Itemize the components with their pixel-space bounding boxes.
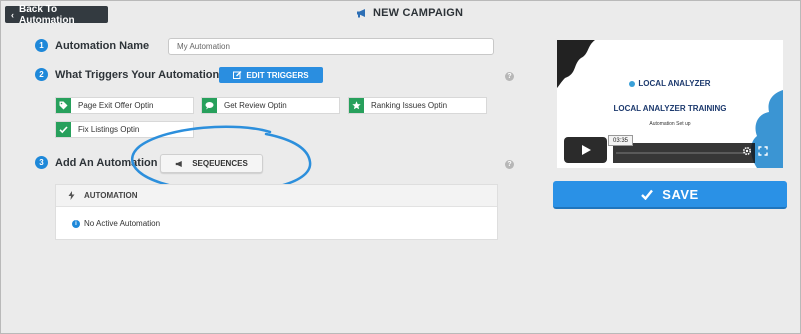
- megaphone-icon: [175, 160, 182, 167]
- step-label: Automation Name: [55, 39, 150, 52]
- trigger-get-review[interactable]: Get Review Optin: [201, 97, 340, 114]
- logo-icon: [629, 80, 636, 87]
- automation-name-value: My Automation: [177, 42, 230, 51]
- automation-panel-body: i No Active Automation: [56, 207, 497, 240]
- trigger-page-exit-offer[interactable]: Page Exit Offer Optin: [55, 97, 194, 114]
- help-icon[interactable]: ?: [505, 72, 514, 81]
- trigger-label: Get Review Optin: [224, 101, 287, 110]
- trigger-fix-listings[interactable]: Fix Listings Optin: [55, 121, 194, 138]
- bolt-icon: [68, 191, 75, 200]
- play-button[interactable]: [564, 137, 607, 163]
- help-icon[interactable]: ?: [505, 160, 514, 169]
- video-brand: LOCAL ANALYZER: [557, 79, 783, 88]
- chevron-left-icon: ‹: [11, 9, 14, 20]
- video-timestamp: 03:35: [608, 135, 633, 146]
- trigger-label: Page Exit Offer Optin: [78, 101, 154, 110]
- back-button-label: Back To Automation: [19, 3, 75, 26]
- back-to-automation-button[interactable]: ‹ Back To Automation: [5, 3, 108, 26]
- comment-icon: [202, 98, 217, 113]
- video-title: LOCAL ANALYZER TRAINING: [613, 104, 727, 113]
- check-icon: [56, 122, 71, 137]
- save-label: SAVE: [662, 186, 699, 202]
- trigger-label: Fix Listings Optin: [78, 125, 140, 134]
- page-title: NEW CAMPAIGN: [356, 7, 463, 19]
- megaphone-icon: [357, 9, 365, 18]
- step-triggers: 2 What Triggers Your Automation?: [35, 68, 226, 81]
- check-icon: [641, 189, 654, 200]
- step-label: What Triggers Your Automation?: [55, 68, 226, 81]
- info-icon: i: [72, 219, 80, 228]
- save-button[interactable]: SAVE: [553, 181, 787, 209]
- sequences-button[interactable]: SEQEUENCES: [160, 154, 263, 173]
- step-add-automation: 3 Add An Automation: [35, 156, 157, 169]
- tag-icon: [56, 98, 71, 113]
- settings-gear-icon[interactable]: [742, 146, 752, 156]
- edit-triggers-label: EDIT TRIGGERS: [246, 70, 309, 80]
- page-title-text: NEW CAMPAIGN: [373, 7, 464, 19]
- trigger-ranking-issues[interactable]: Ranking Issues Optin: [348, 97, 487, 114]
- video-progress-bar[interactable]: [613, 143, 755, 163]
- video-subtitle: Automation Set up: [649, 121, 691, 127]
- step-label: Add An Automation: [55, 156, 158, 169]
- step-automation-name: 1 Automation Name: [35, 39, 149, 52]
- fullscreen-icon[interactable]: [758, 146, 768, 156]
- edit-triggers-button[interactable]: EDIT TRIGGERS: [219, 67, 323, 83]
- automation-panel: AUTOMATION i No Active Automation: [55, 184, 498, 240]
- automation-name-input[interactable]: My Automation: [168, 38, 494, 55]
- video-controls: [742, 146, 768, 156]
- step-number-badge: 3: [35, 156, 48, 169]
- edit-icon: [233, 71, 242, 79]
- trigger-label: Ranking Issues Optin: [371, 101, 448, 110]
- training-video-player[interactable]: LOCAL ANALYZER LOCAL ANALYZER TRAINING A…: [557, 40, 783, 168]
- step-number-badge: 1: [35, 39, 48, 52]
- automation-panel-title: AUTOMATION: [84, 191, 138, 200]
- sequences-label: SEQEUENCES: [192, 159, 248, 168]
- step-number-badge: 2: [35, 68, 48, 81]
- play-icon: [581, 145, 591, 155]
- empty-message: No Active Automation: [84, 219, 161, 228]
- automation-panel-header: AUTOMATION: [56, 185, 497, 207]
- star-icon: [349, 98, 364, 113]
